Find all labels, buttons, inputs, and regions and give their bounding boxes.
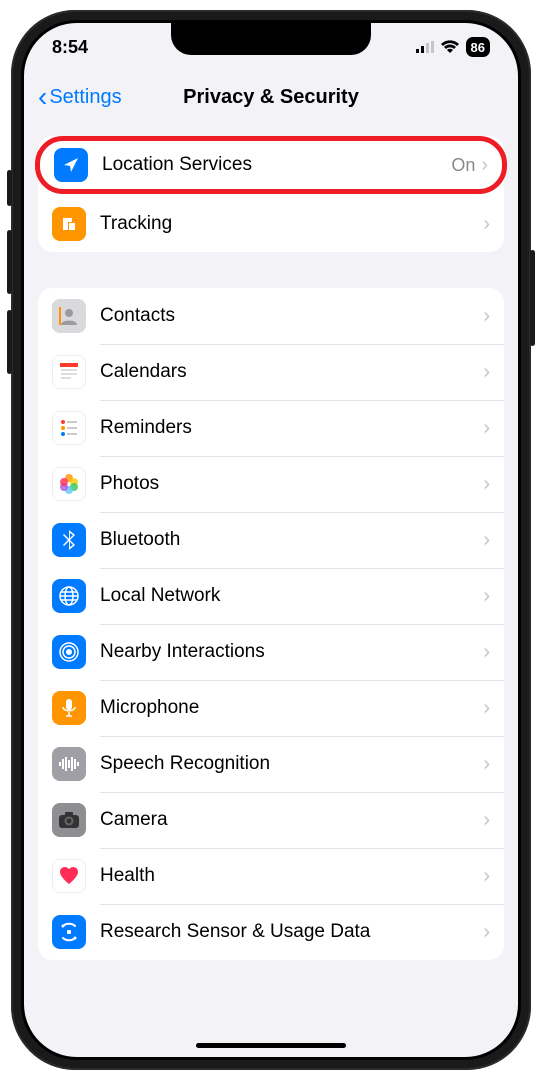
- row-label: Local Network: [100, 585, 483, 607]
- page-title: Privacy & Security: [183, 86, 359, 109]
- row-label: Reminders: [100, 417, 483, 439]
- chevron-right-icon: ›: [483, 417, 490, 440]
- chevron-right-icon: ›: [483, 697, 490, 720]
- calendars-icon: [52, 355, 86, 389]
- row-label: Location Services: [102, 154, 451, 176]
- status-time: 8:54: [52, 37, 88, 58]
- chevron-right-icon: ›: [483, 213, 490, 236]
- bluetooth-icon: [52, 523, 86, 557]
- row-health[interactable]: Health ›: [38, 848, 504, 904]
- row-speech-recognition[interactable]: Speech Recognition ›: [38, 736, 504, 792]
- row-photos[interactable]: Photos ›: [38, 456, 504, 512]
- row-label: Microphone: [100, 697, 483, 719]
- chevron-right-icon: ›: [481, 154, 488, 177]
- row-research-sensor[interactable]: Research Sensor & Usage Data ›: [38, 904, 504, 960]
- content: Location Services On › Tracking ›: [24, 123, 518, 1057]
- group-apps: Contacts › Calendars › R: [38, 288, 504, 960]
- row-value: On: [451, 155, 475, 176]
- back-label: Settings: [49, 86, 121, 109]
- chevron-right-icon: ›: [483, 361, 490, 384]
- row-contacts[interactable]: Contacts ›: [38, 288, 504, 344]
- camera-icon: [52, 803, 86, 837]
- row-bluetooth[interactable]: Bluetooth ›: [38, 512, 504, 568]
- cellular-icon: [416, 41, 434, 53]
- chevron-right-icon: ›: [483, 305, 490, 328]
- nav-bar: ‹ Settings Privacy & Security: [24, 71, 518, 123]
- chevron-right-icon: ›: [483, 921, 490, 944]
- contacts-icon: [52, 299, 86, 333]
- row-label: Photos: [100, 473, 483, 495]
- row-label: Camera: [100, 809, 483, 831]
- research-icon: [52, 915, 86, 949]
- microphone-icon: [52, 691, 86, 725]
- battery-indicator: 86: [466, 37, 490, 57]
- reminders-icon: [52, 411, 86, 445]
- row-label: Nearby Interactions: [100, 641, 483, 663]
- row-label: Health: [100, 865, 483, 887]
- chevron-right-icon: ›: [483, 865, 490, 888]
- chevron-right-icon: ›: [483, 529, 490, 552]
- row-location-services[interactable]: Location Services On ›: [35, 136, 507, 194]
- row-label: Speech Recognition: [100, 753, 483, 775]
- row-label: Calendars: [100, 361, 483, 383]
- row-nearby-interactions[interactable]: Nearby Interactions ›: [38, 624, 504, 680]
- wifi-icon: [440, 40, 460, 54]
- health-icon: [52, 859, 86, 893]
- battery-level: 86: [471, 41, 485, 54]
- row-label: Research Sensor & Usage Data: [100, 921, 483, 943]
- chevron-right-icon: ›: [483, 753, 490, 776]
- row-calendars[interactable]: Calendars ›: [38, 344, 504, 400]
- chevron-right-icon: ›: [483, 585, 490, 608]
- chevron-right-icon: ›: [483, 809, 490, 832]
- chevron-right-icon: ›: [483, 473, 490, 496]
- group-location-tracking: Location Services On › Tracking ›: [38, 136, 504, 252]
- nearby-icon: [52, 635, 86, 669]
- photos-icon: [52, 467, 86, 501]
- back-button[interactable]: ‹ Settings: [38, 83, 122, 111]
- row-label: Contacts: [100, 305, 483, 327]
- row-microphone[interactable]: Microphone ›: [38, 680, 504, 736]
- row-label: Tracking: [100, 213, 483, 235]
- tracking-icon: [52, 207, 86, 241]
- row-tracking[interactable]: Tracking ›: [38, 196, 504, 252]
- speech-icon: [52, 747, 86, 781]
- home-indicator[interactable]: [196, 1043, 346, 1048]
- row-local-network[interactable]: Local Network ›: [38, 568, 504, 624]
- row-reminders[interactable]: Reminders ›: [38, 400, 504, 456]
- chevron-right-icon: ›: [483, 641, 490, 664]
- local-network-icon: [52, 579, 86, 613]
- location-icon: [54, 148, 88, 182]
- row-camera[interactable]: Camera ›: [38, 792, 504, 848]
- chevron-left-icon: ‹: [38, 83, 47, 111]
- row-label: Bluetooth: [100, 529, 483, 551]
